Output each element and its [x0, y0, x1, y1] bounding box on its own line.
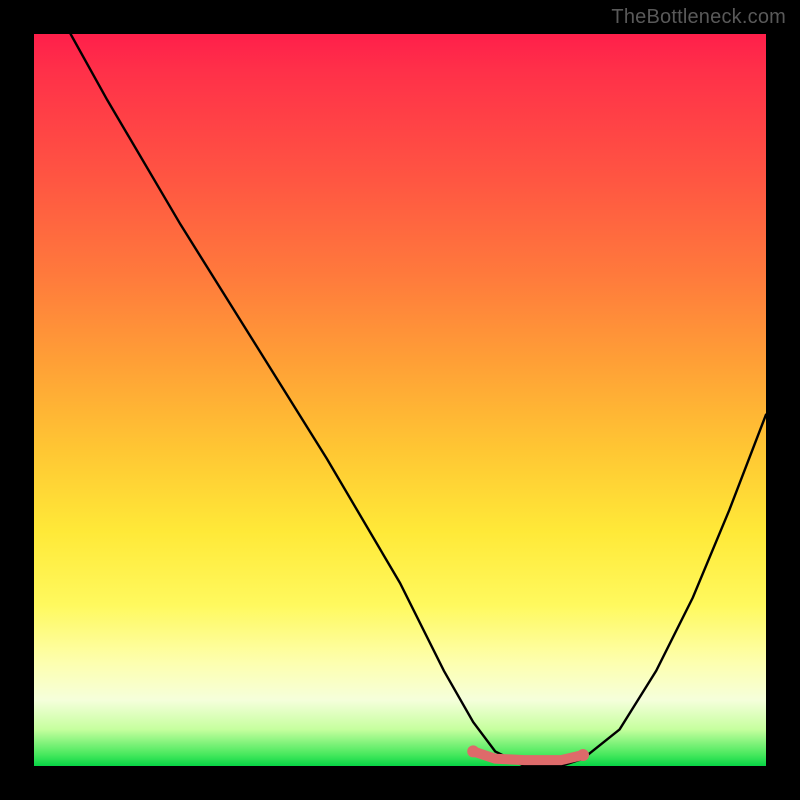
chart-frame: TheBottleneck.com: [0, 0, 800, 800]
mismatch-curve: [71, 34, 766, 766]
curve-layer: [34, 34, 766, 766]
watermark-text: TheBottleneck.com: [611, 6, 786, 29]
right-endpoint-marker: [577, 749, 589, 761]
plot-area: [34, 34, 766, 766]
left-endpoint-marker: [467, 745, 479, 757]
bottom-highlight: [473, 751, 583, 760]
